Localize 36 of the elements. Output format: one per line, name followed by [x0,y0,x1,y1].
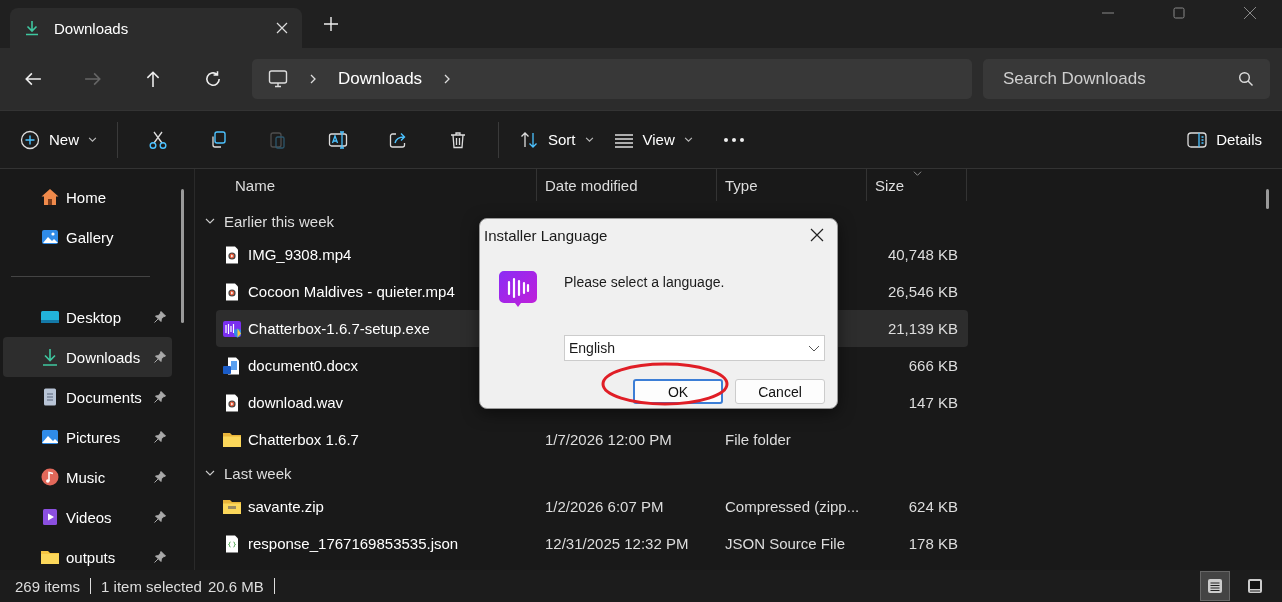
sidebar-label: Home [66,188,107,206]
file-type: File folder [725,431,791,448]
file-name: IMG_9308.mp4 [248,246,352,263]
file-name: download.wav [248,394,344,411]
sidebar-label: outputs [66,548,117,566]
dialog-message: Please select a language. [564,274,725,290]
file-type: Compressed (zipp... [725,498,860,515]
sidebar-label: Documents [66,388,143,406]
file-name: Chatterbox 1.6.7 [248,431,359,448]
sidebar-label: Downloads [66,348,142,366]
sidebar-label: Music [66,468,107,486]
date-modified: 1/7/2026 12:00 PM [545,431,672,448]
file-type: JSON Source File [725,535,846,552]
file-size: 624 KB [908,498,958,515]
selection-size: 20.6 MB [207,577,264,595]
file-name: response_1767169853535.json [248,535,459,552]
file-name: savante.zip [248,498,324,515]
date-modified: 1/2/2026 6:07 PM [545,498,664,515]
file-name: document0.docx [248,357,359,374]
tab-label: Downloads [54,19,130,37]
sidebar-label: Pictures [66,428,122,446]
file-name: Chatterbox-1.6.7-setup.exe [248,320,430,337]
file-size: 40,748 KB [887,246,958,263]
sidebar-label: Gallery [66,228,115,246]
sidebar-label: Desktop [66,308,123,326]
file-name: Cocoon Maldives - quieter.mp4 [248,283,455,300]
file-size: 666 KB [908,357,958,374]
item-count: 269 items [15,577,81,595]
file-size: 178 KB [908,535,958,552]
dialog-title: Installer Language [484,226,608,244]
sidebar-label: Videos [66,508,113,526]
selection-info: 1 item selected [101,577,202,595]
file-size: 21,139 KB [887,320,958,337]
date-modified: 12/31/2025 12:32 PM [545,535,689,552]
file-size: 147 KB [908,394,958,411]
file-size: 26,546 KB [887,283,958,300]
